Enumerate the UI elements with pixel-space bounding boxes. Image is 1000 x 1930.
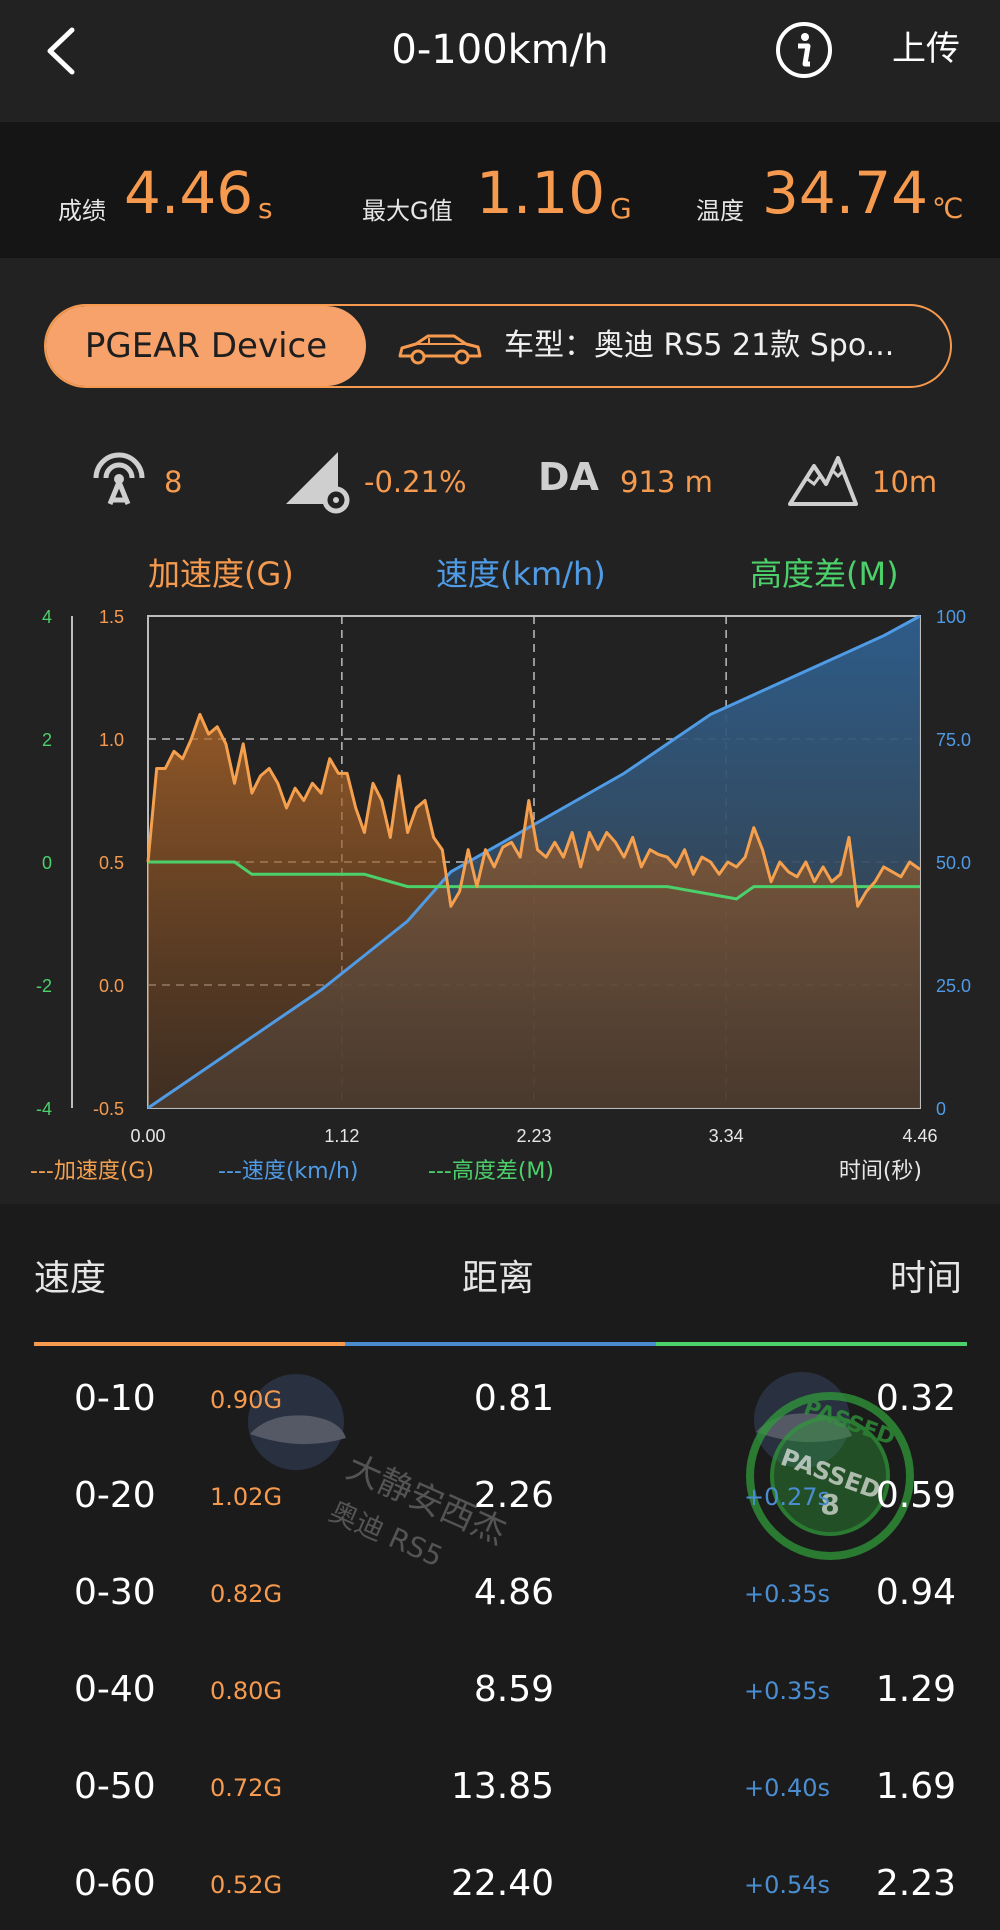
x-tick-label: 2.23: [516, 1126, 551, 1146]
x-tick-label: 4.46: [902, 1126, 937, 1146]
speed-tick-label: 50.0: [936, 853, 971, 873]
density-altitude-label: DA: [538, 455, 599, 499]
car-icon: [398, 334, 482, 365]
slope-icon: [286, 452, 350, 514]
accel-tick-label: 1.5: [99, 607, 124, 627]
row-time: 1.69: [875, 1766, 956, 1807]
result-label: 成绩: [58, 197, 106, 225]
legend-item: ---速度(km/h): [218, 1159, 359, 1184]
speed-tick-label: 75.0: [936, 730, 971, 750]
temperature-value: 34.74: [762, 159, 929, 227]
acceleration-chart: 1.5 1.0 0.5 0.0 -0.5 4 2 0 -2 -4 100 75.0 50.0 25.0 0 0…: [30, 607, 971, 1184]
altitude-value: 10m: [872, 465, 938, 499]
accel-tick-label: 1.0: [99, 730, 124, 750]
accel-tick-label: 0.5: [99, 853, 124, 873]
info-icon[interactable]: [774, 20, 834, 80]
max-g-unit: G: [610, 192, 632, 225]
x-tick-label: 3.34: [709, 1126, 744, 1146]
result-value: 4.46: [124, 159, 254, 227]
result-unit: s: [258, 192, 273, 225]
accel-tick-label: 0.0: [99, 976, 124, 996]
speed-tick-label: 0: [936, 1099, 946, 1119]
altitude-tick-label: 0: [42, 853, 52, 873]
time-column-header: 时间: [890, 1258, 963, 1299]
max-g-label: 最大G值: [362, 197, 453, 225]
row-time: 1.29: [875, 1669, 956, 1710]
row-time: 0.94: [875, 1572, 956, 1613]
row-time: 2.23: [875, 1863, 956, 1904]
row-time: 0.32: [875, 1378, 956, 1419]
speed-tick-label: 100: [936, 607, 966, 627]
satellite-count: 8: [164, 465, 183, 499]
slope-value: -0.21%: [364, 465, 467, 499]
altitude-tick-label: -4: [36, 1099, 52, 1119]
max-g-value: 1.10: [476, 159, 606, 227]
mountain-icon: [788, 456, 858, 506]
altitude-tick-label: 2: [42, 730, 52, 750]
satellite-signal-icon: [93, 452, 145, 505]
legend-item: ---高度差(M): [428, 1159, 554, 1184]
splits-table: [0, 1204, 1000, 1930]
altitude-tick-label: 4: [42, 607, 52, 627]
speed-tick-label: 25.0: [936, 976, 971, 996]
distance-column-header: 距离: [462, 1258, 535, 1299]
temperature-unit: ℃: [932, 192, 964, 225]
speed-column-underline: [34, 1342, 345, 1346]
accel-tick-label: -0.5: [93, 1099, 124, 1119]
x-tick-label: 0.00: [130, 1126, 165, 1146]
row-time: 0.59: [875, 1475, 956, 1516]
page-title: 0-100km/h: [391, 27, 609, 73]
speed-column-header: 速度: [34, 1258, 107, 1299]
density-altitude-value: 913 m: [620, 465, 713, 499]
time-column-underline: [656, 1342, 967, 1346]
device-name[interactable]: PGEAR Device: [46, 306, 366, 386]
altitude-tick-label: -2: [36, 976, 52, 996]
temperature-label: 温度: [696, 197, 744, 225]
x-axis-label: 时间(秒): [839, 1159, 922, 1184]
distance-column-underline: [345, 1342, 656, 1346]
legend-item: ---加速度(G): [30, 1159, 154, 1184]
upload-button[interactable]: 上传: [892, 24, 960, 74]
x-tick-label: 1.12: [324, 1126, 359, 1146]
car-model: 车型：奥迪 RS5 21款 Spo...: [504, 328, 895, 363]
